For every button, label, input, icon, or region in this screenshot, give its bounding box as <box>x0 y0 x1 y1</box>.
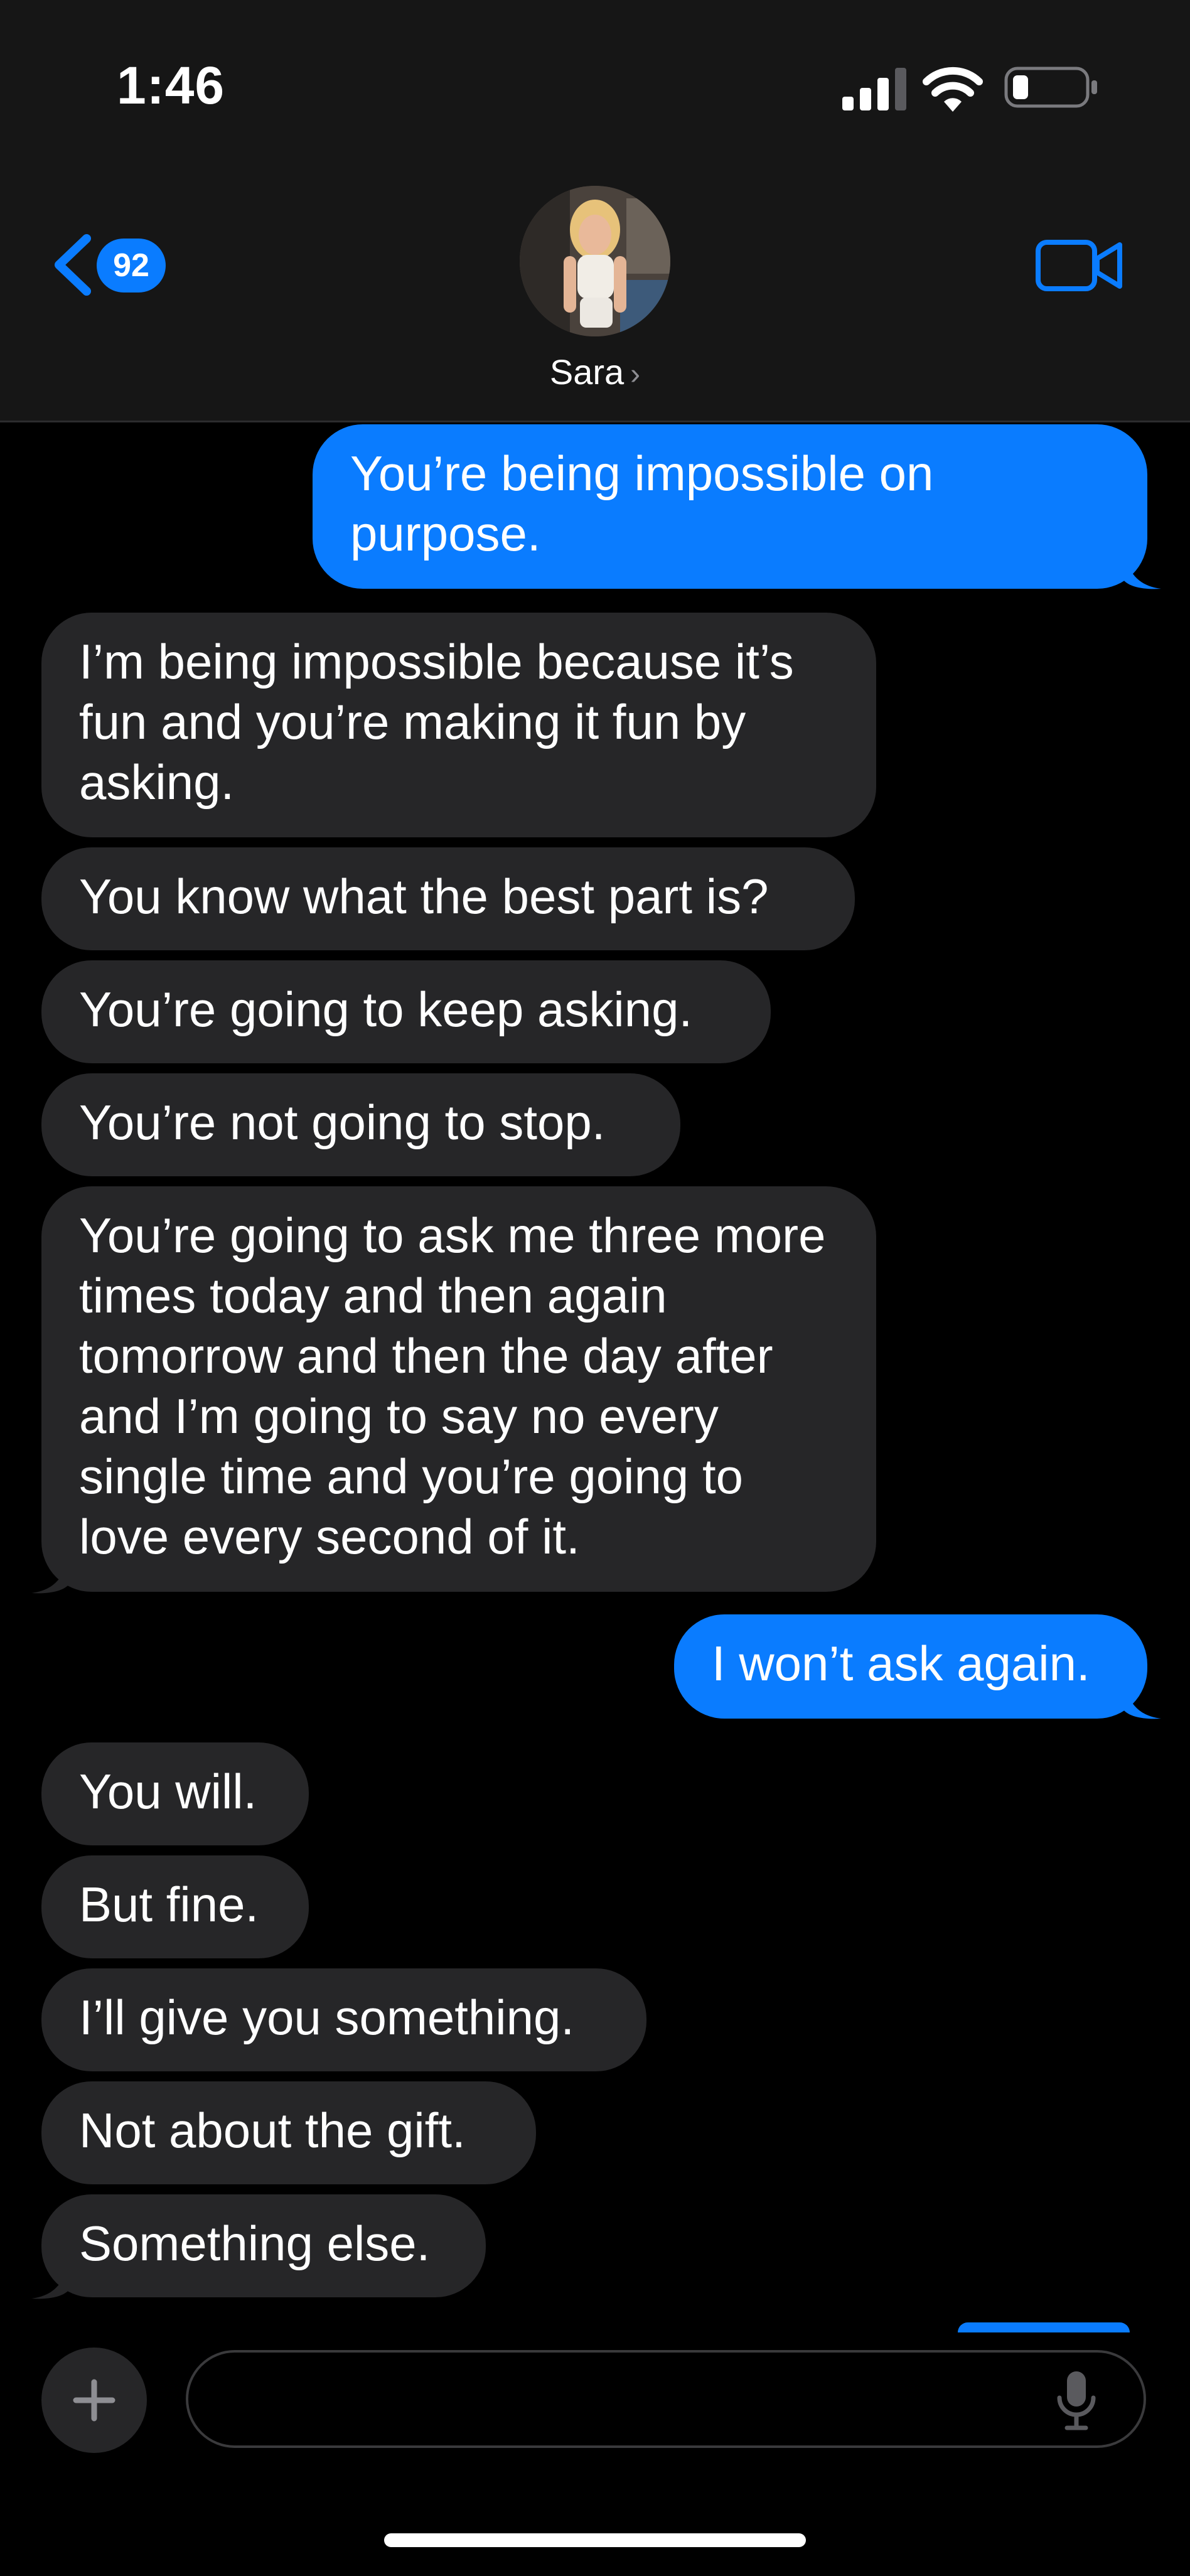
message-input[interactable] <box>186 2350 1146 2448</box>
contact-name[interactable]: Sara › <box>0 352 1190 392</box>
battery-icon <box>1004 67 1097 108</box>
status-time: 1:46 <box>117 56 225 115</box>
status-bar: 1:46 <box>0 0 1190 163</box>
wifi-icon <box>923 67 983 112</box>
avatar[interactable] <box>520 186 670 336</box>
message-bubble-received[interactable]: But fine. <box>41 1855 309 1958</box>
contact-name-text: Sara <box>549 352 624 392</box>
bubble-tail <box>31 1557 69 1594</box>
avatar-photo <box>520 186 670 336</box>
signal-icon <box>842 68 906 110</box>
back-chevron-icon[interactable] <box>49 233 99 296</box>
message-bubble-sent[interactable]: I won’t ask again. <box>674 1614 1147 1719</box>
message-bubble-received[interactable]: You will. <box>41 1742 309 1845</box>
message-bubble-received[interactable]: You’re going to keep asking. <box>41 960 771 1063</box>
plus-button[interactable] <box>41 2348 147 2453</box>
microphone-icon[interactable] <box>1054 2370 1098 2430</box>
facetime-video-icon[interactable] <box>1036 237 1123 294</box>
message-bubble-received[interactable]: You’re going to ask me three more times … <box>41 1186 876 1592</box>
message-bubble-received[interactable]: I’ll give you something. <box>41 1968 646 2071</box>
message-bubble-received[interactable]: Not about the gift. <box>41 2081 536 2184</box>
message-bubble-sent[interactable]: You’re being impossible on purpose. <box>313 424 1147 589</box>
bubble-tail <box>1123 1682 1161 1719</box>
message-bubble-received[interactable]: Something else. <box>41 2194 486 2297</box>
chevron-right-icon: › <box>630 358 641 391</box>
unread-badge[interactable]: 92 <box>97 239 166 292</box>
bubble-tail <box>1123 552 1161 589</box>
plus-icon <box>73 2379 115 2422</box>
bubble-tail <box>31 2262 69 2299</box>
message-bubble-sent-partial <box>958 2322 1130 2332</box>
message-bubble-received[interactable]: You’re not going to stop. <box>41 1073 680 1176</box>
message-bubble-received[interactable]: You know what the best part is? <box>41 847 855 950</box>
home-indicator[interactable] <box>384 2533 806 2547</box>
message-bubble-received[interactable]: I’m being impossible because it’s fun an… <box>41 613 876 837</box>
